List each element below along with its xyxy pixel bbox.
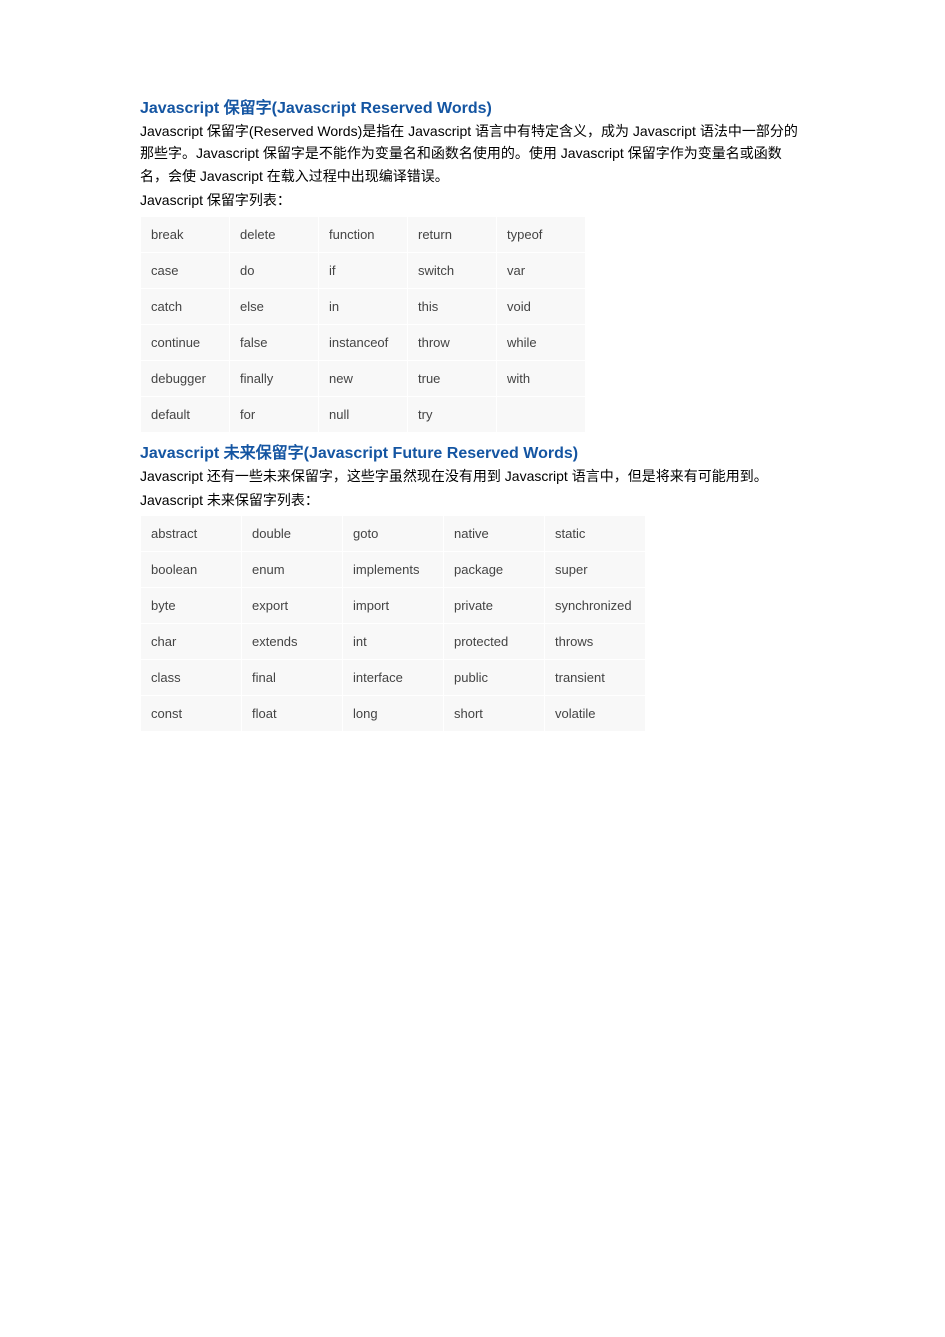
table-row: abstractdoublegotonativestatic (141, 516, 646, 552)
table-row: continuefalseinstanceofthrowwhile (141, 324, 586, 360)
cell: abstract (141, 516, 242, 552)
cell: int (343, 624, 444, 660)
reserved-words-table: breakdeletefunctionreturntypeof casedoif… (140, 216, 586, 433)
section2-paragraph2: Javascript 未来保留字列表： (140, 489, 805, 511)
cell: import (343, 588, 444, 624)
cell: short (444, 696, 545, 732)
cell: if (319, 252, 408, 288)
cell: this (408, 288, 497, 324)
cell: throw (408, 324, 497, 360)
cell: throws (545, 624, 646, 660)
cell: extends (242, 624, 343, 660)
cell: export (242, 588, 343, 624)
cell: true (408, 360, 497, 396)
cell: super (545, 552, 646, 588)
cell: goto (343, 516, 444, 552)
cell: implements (343, 552, 444, 588)
cell: synchronized (545, 588, 646, 624)
cell: long (343, 696, 444, 732)
cell (497, 396, 586, 432)
cell: var (497, 252, 586, 288)
future-reserved-words-table: abstractdoublegotonativestatic booleanen… (140, 515, 646, 732)
cell: default (141, 396, 230, 432)
cell: package (444, 552, 545, 588)
cell: while (497, 324, 586, 360)
cell: for (230, 396, 319, 432)
cell: function (319, 216, 408, 252)
cell: do (230, 252, 319, 288)
table-row: charextendsintprotectedthrows (141, 624, 646, 660)
cell: finally (230, 360, 319, 396)
cell: byte (141, 588, 242, 624)
cell: enum (242, 552, 343, 588)
cell: false (230, 324, 319, 360)
cell: typeof (497, 216, 586, 252)
cell: volatile (545, 696, 646, 732)
cell: with (497, 360, 586, 396)
section1-paragraph1: Javascript 保留字(Reserved Words)是指在 Javasc… (140, 120, 805, 187)
section1-paragraph2: Javascript 保留字列表： (140, 189, 805, 211)
cell: final (242, 660, 343, 696)
section2-heading: Javascript 未来保留字(Javascript Future Reser… (140, 439, 805, 463)
cell: public (444, 660, 545, 696)
cell: case (141, 252, 230, 288)
table-row: byteexportimportprivatesynchronized (141, 588, 646, 624)
table-row: debuggerfinallynewtruewith (141, 360, 586, 396)
cell: return (408, 216, 497, 252)
cell: instanceof (319, 324, 408, 360)
cell: private (444, 588, 545, 624)
cell: null (319, 396, 408, 432)
cell: continue (141, 324, 230, 360)
cell: double (242, 516, 343, 552)
cell: switch (408, 252, 497, 288)
cell: char (141, 624, 242, 660)
cell: else (230, 288, 319, 324)
table-row: breakdeletefunctionreturntypeof (141, 216, 586, 252)
cell: new (319, 360, 408, 396)
cell: void (497, 288, 586, 324)
table-row: constfloatlongshortvolatile (141, 696, 646, 732)
table-row: classfinalinterfacepublictransient (141, 660, 646, 696)
cell: interface (343, 660, 444, 696)
cell: break (141, 216, 230, 252)
section1-heading: Javascript 保留字(Javascript Reserved Words… (140, 94, 805, 118)
section2-paragraph1: Javascript 还有一些未来保留字，这些字虽然现在没有用到 Javascr… (140, 465, 805, 487)
cell: class (141, 660, 242, 696)
cell: float (242, 696, 343, 732)
cell: debugger (141, 360, 230, 396)
cell: boolean (141, 552, 242, 588)
table-row: defaultfornulltry (141, 396, 586, 432)
cell: const (141, 696, 242, 732)
cell: delete (230, 216, 319, 252)
cell: catch (141, 288, 230, 324)
cell: native (444, 516, 545, 552)
cell: in (319, 288, 408, 324)
cell: try (408, 396, 497, 432)
table-row: booleanenumimplementspackagesuper (141, 552, 646, 588)
cell: protected (444, 624, 545, 660)
table-row: casedoifswitchvar (141, 252, 586, 288)
cell: static (545, 516, 646, 552)
cell: transient (545, 660, 646, 696)
table-row: catchelseinthisvoid (141, 288, 586, 324)
